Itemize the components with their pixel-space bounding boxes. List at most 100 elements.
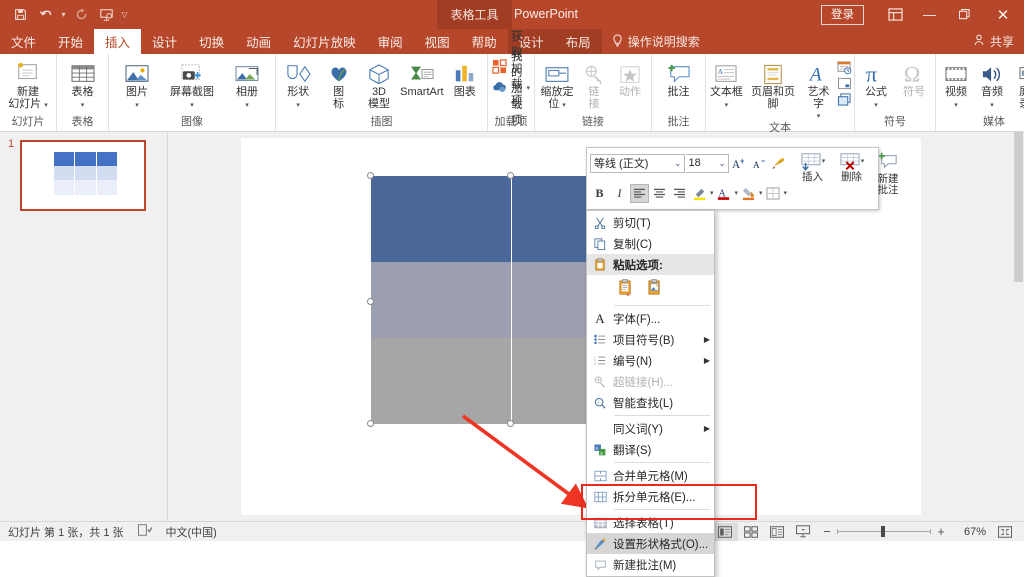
borders-button[interactable] xyxy=(764,184,783,203)
new-slide-button[interactable]: 新建 幻灯片 ▾ xyxy=(2,57,54,110)
highlight-dropdown-icon[interactable]: ▾ xyxy=(710,190,714,197)
font-color-button[interactable]: A xyxy=(715,184,734,203)
share-button[interactable]: 共享 xyxy=(973,29,1014,54)
align-left-button[interactable] xyxy=(630,183,649,203)
undo-dropdown-icon[interactable]: ▾ xyxy=(58,10,69,19)
start-presentation-icon[interactable] xyxy=(94,4,119,26)
chart-button[interactable]: 图表 xyxy=(445,57,485,99)
font-name-combo[interactable]: 等线 (正文) ⌄ xyxy=(590,153,685,173)
close-button[interactable]: ✕ xyxy=(982,0,1024,29)
zoom-slider[interactable]: − + xyxy=(822,524,946,539)
menu-item-bullets[interactable]: 项目符号(B) ▶ xyxy=(587,329,714,350)
zoom-track[interactable] xyxy=(837,526,931,537)
text-highlight-button[interactable] xyxy=(690,184,709,203)
font-size-combo[interactable]: 18 ⌄ xyxy=(685,153,729,173)
tab-review[interactable]: 审阅 xyxy=(367,29,414,54)
tab-transitions[interactable]: 切换 xyxy=(188,29,235,54)
insert-cells-button[interactable]: ▾ 插入 xyxy=(793,150,832,207)
new-comment-button[interactable]: 新建 批注 xyxy=(871,150,905,207)
menu-item-merge-cells[interactable]: 合并单元格(M) xyxy=(587,465,714,486)
tab-design[interactable]: 设计 xyxy=(141,29,188,54)
shapes-button[interactable]: 形状 ▾ xyxy=(278,57,318,110)
wordart-button[interactable]: A 艺术字 ▾ xyxy=(801,57,836,122)
menu-item-split-cells[interactable]: 拆分单元格(E)... xyxy=(587,486,714,507)
table-cell[interactable] xyxy=(371,262,512,338)
resize-handle-top-left[interactable] xyxy=(367,172,374,179)
format-painter-button[interactable] xyxy=(769,154,788,173)
font-color-dropdown-icon[interactable]: ▾ xyxy=(735,190,739,197)
delete-dropdown-icon[interactable]: ▾ xyxy=(861,152,865,165)
chevron-down-icon[interactable]: ⌄ xyxy=(718,158,726,169)
slide-thumbnail-1[interactable] xyxy=(20,140,146,211)
menu-item-font[interactable]: A 字体(F)... xyxy=(587,308,714,329)
insert-dropdown-icon[interactable]: ▾ xyxy=(822,152,826,165)
table-cell[interactable] xyxy=(371,176,512,262)
menu-item-translate[interactable]: aa 翻译(S) xyxy=(587,439,714,460)
3d-model-button[interactable]: 3D 模型 xyxy=(359,57,399,110)
tab-file[interactable]: 文件 xyxy=(0,29,47,54)
table-button[interactable]: 表格 ▾ xyxy=(59,57,106,110)
sign-in-button[interactable]: 登录 xyxy=(821,4,864,25)
tab-view[interactable]: 视图 xyxy=(414,29,461,54)
tab-table-layout[interactable]: 布局 xyxy=(555,29,602,54)
italic-button[interactable]: I xyxy=(610,184,629,203)
tab-help[interactable]: 帮助 xyxy=(461,29,508,54)
shrink-font-button[interactable]: A xyxy=(750,154,769,173)
menu-item-smart-lookup[interactable]: i 智能查找(L) xyxy=(587,392,714,413)
shading-dropdown-icon[interactable]: ▾ xyxy=(759,190,763,197)
object-icon[interactable] xyxy=(836,92,852,107)
chevron-down-icon[interactable]: ⌄ xyxy=(674,158,682,169)
menu-item-cut[interactable]: 剪切(T) xyxy=(587,212,714,233)
language-label[interactable]: 中文(中国) xyxy=(166,524,217,540)
my-addins-button[interactable]: 我的加载项 ▾ xyxy=(490,51,532,127)
align-right-button[interactable] xyxy=(670,184,689,203)
save-icon[interactable] xyxy=(8,4,33,26)
menu-item-select-table[interactable]: 选择表格(T) xyxy=(587,512,714,533)
quick-access-toolbar[interactable]: ▾ ▽ xyxy=(0,4,130,26)
text-small-buttons[interactable] xyxy=(836,57,852,107)
restore-button[interactable] xyxy=(947,0,982,29)
zoom-out-button[interactable]: − xyxy=(822,524,832,539)
my-addins-dropdown-icon[interactable]: ▾ xyxy=(527,85,531,92)
borders-dropdown-icon[interactable]: ▾ xyxy=(784,190,788,197)
slide-sorter-icon[interactable] xyxy=(738,523,764,541)
tell-me-search[interactable]: 操作说明搜索 xyxy=(602,29,710,54)
accessibility-icon[interactable] xyxy=(137,524,153,539)
zoom-thumb[interactable] xyxy=(881,526,885,537)
menu-item-new-comment[interactable]: 新建批注(M) xyxy=(587,554,714,575)
video-button[interactable]: 视频 ▾ xyxy=(938,57,974,110)
vertical-scrollbar[interactable] xyxy=(1013,132,1024,521)
reading-view-icon[interactable] xyxy=(764,523,790,541)
context-menu[interactable]: 剪切(T) 复制(C) 粘贴选项: a A 字体(F)... 项目符号(B) ▶… xyxy=(586,210,715,577)
resize-handle-bottom-left[interactable] xyxy=(367,420,374,427)
icons-button[interactable]: 图标 xyxy=(318,57,358,110)
zoom-button[interactable]: 缩放定位 ▾ xyxy=(537,57,577,110)
align-center-button[interactable] xyxy=(650,184,669,203)
slide-number-icon[interactable] xyxy=(836,76,852,91)
resize-handle-middle-left[interactable] xyxy=(367,298,374,305)
resize-handle-top-center[interactable] xyxy=(507,172,514,179)
zoom-percentage[interactable]: 67% xyxy=(952,526,986,538)
redo-icon[interactable] xyxy=(69,4,94,26)
ribbon-display-options-icon[interactable] xyxy=(878,0,912,29)
screenshot-button[interactable]: 屏幕截图 ▾ xyxy=(163,57,221,110)
normal-view-icon[interactable] xyxy=(712,522,738,541)
symbol-button[interactable]: Ω 符号 xyxy=(895,57,933,99)
menu-item-format-shape[interactable]: 设置形状格式(O)... xyxy=(587,533,714,554)
zoom-in-button[interactable]: + xyxy=(936,524,946,539)
minimize-button[interactable]: — xyxy=(912,0,947,29)
comment-button[interactable]: 批注 xyxy=(654,57,703,99)
date-time-icon[interactable] xyxy=(836,60,852,75)
tab-slideshow[interactable]: 幻灯片放映 xyxy=(282,29,367,54)
slide-thumbnail-pane[interactable]: 1 xyxy=(0,132,168,521)
delete-cells-button[interactable]: ▾ 删除 xyxy=(832,150,871,207)
picture-button[interactable]: 图片 ▾ xyxy=(111,57,163,110)
undo-icon[interactable] xyxy=(33,4,58,26)
bold-button[interactable]: B xyxy=(590,184,609,203)
menu-item-synonyms[interactable]: 同义词(Y) ▶ xyxy=(587,418,714,439)
resize-handle-bottom-center[interactable] xyxy=(507,420,514,427)
screen-recording-button[interactable]: 屏幕录制 xyxy=(1010,57,1024,110)
mini-formatting-toolbar[interactable]: 等线 (正文) ⌄ 18 ⌄ A A B I ▾ A ▾ ▾ ▾ ▾ 插入 ▾ … xyxy=(586,147,899,210)
shading-button[interactable] xyxy=(739,184,758,203)
menu-item-copy[interactable]: 复制(C) xyxy=(587,233,714,254)
